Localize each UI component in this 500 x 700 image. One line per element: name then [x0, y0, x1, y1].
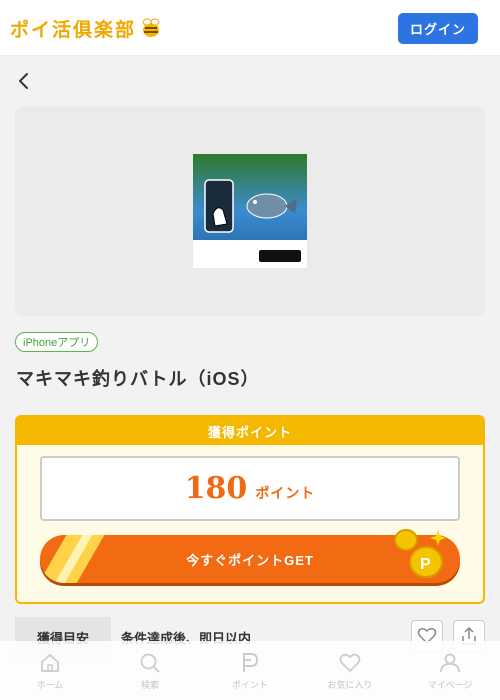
chevron-left-icon: [19, 73, 28, 89]
points-display: 180 ポイント: [40, 456, 460, 521]
get-points-label: 今すぐポイントGET: [186, 552, 314, 568]
points-value: 180: [184, 471, 248, 506]
app-header: ポイ活俱楽部 ログイン: [0, 0, 500, 56]
points-heading: 獲得ポイント: [17, 417, 483, 445]
point-icon: [243, 652, 259, 672]
logo[interactable]: ポイ活俱楽部: [10, 15, 162, 41]
tab-label: ポイント: [231, 679, 268, 690]
tab-label: ホーム: [36, 679, 64, 690]
points-unit: ポイント: [255, 484, 316, 501]
heart-icon: [339, 653, 361, 672]
svg-text:P: P: [420, 556, 431, 573]
tab-favorites[interactable]: お気に入り: [300, 641, 400, 700]
login-button[interactable]: ログイン: [398, 13, 478, 44]
tab-label: マイページ: [427, 679, 473, 690]
coins-icon: P: [394, 529, 446, 578]
user-icon: [440, 653, 460, 672]
tab-label: 検索: [140, 679, 159, 690]
tab-search[interactable]: 検索: [100, 641, 200, 700]
tab-home[interactable]: ホーム: [0, 641, 100, 700]
platform-tag: iPhoneアプリ: [15, 332, 99, 352]
bottom-tabbar: ホーム 検索 ポイント お気に入り マイページ: [0, 641, 500, 700]
back-button[interactable]: [14, 70, 36, 92]
offer-title: マキマキ釣りバトル（iOS）: [16, 369, 260, 389]
app-banner-image[interactable]: [193, 154, 307, 268]
tab-label: お気に入り: [327, 679, 373, 690]
search-icon: [140, 653, 160, 673]
tab-points[interactable]: ポイント: [200, 641, 300, 700]
tab-mypage[interactable]: マイページ: [400, 641, 500, 700]
bee-icon: [142, 18, 160, 37]
logo-text: ポイ活俱楽部: [10, 18, 137, 41]
home-icon: [41, 653, 59, 672]
